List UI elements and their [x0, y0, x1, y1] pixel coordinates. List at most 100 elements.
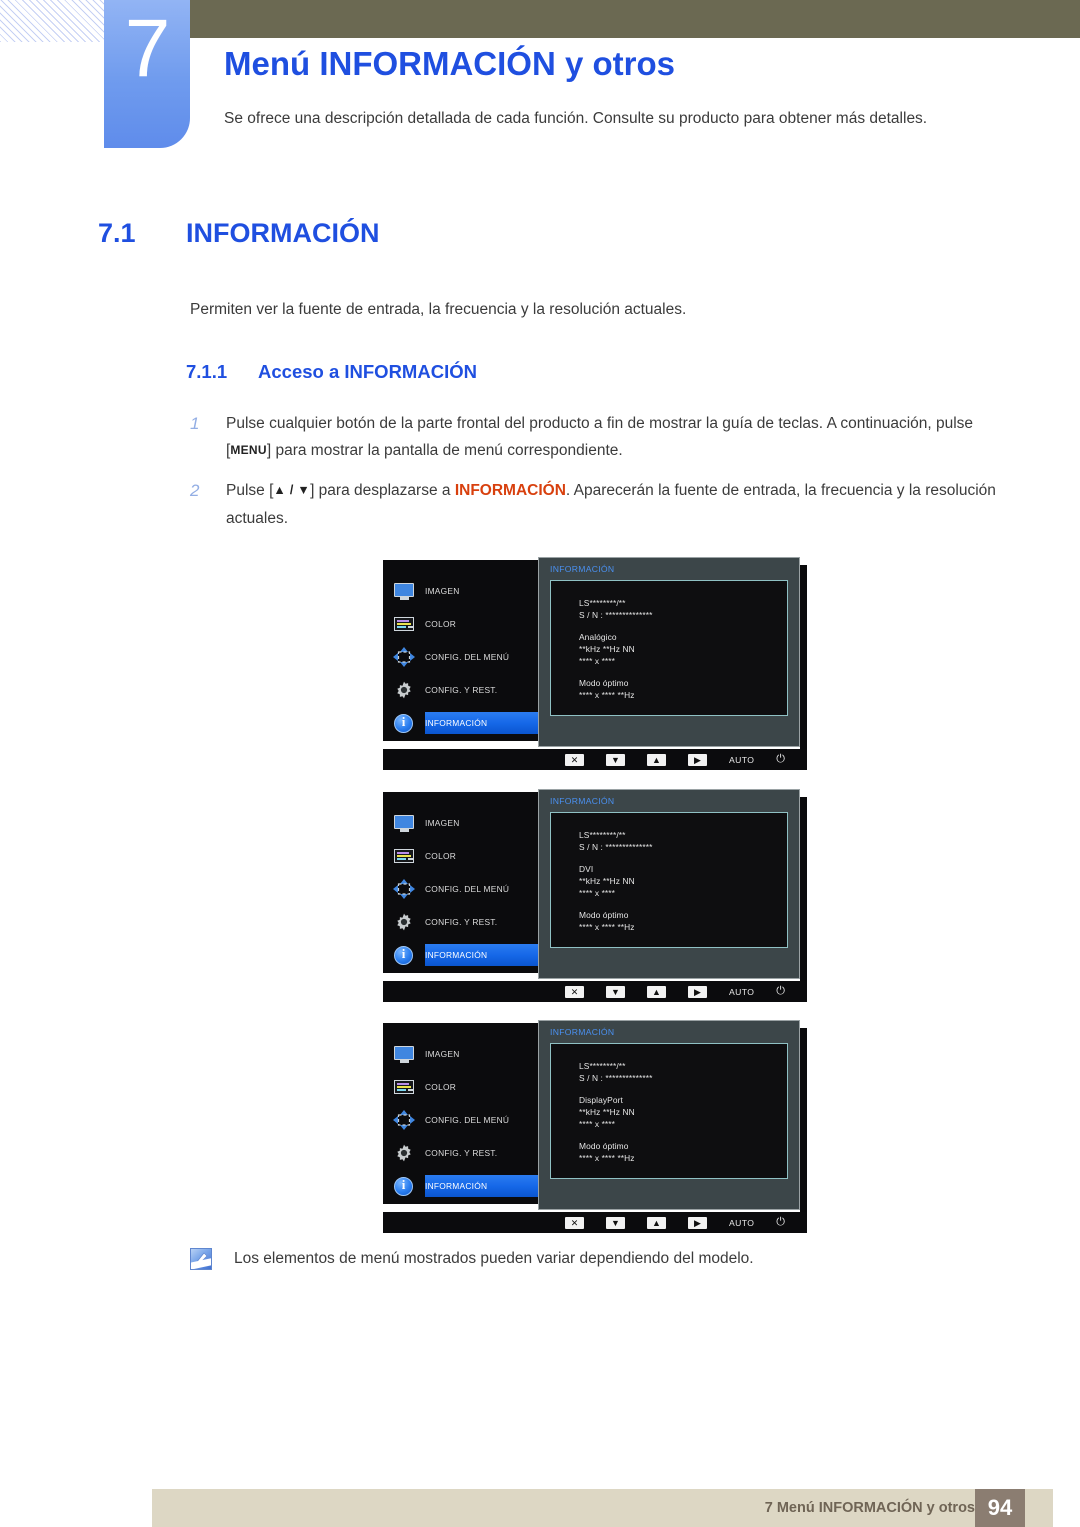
chapter-description: Se ofrece una descripción detallada de c… — [224, 110, 928, 127]
osd-info-box: LS********/** S / N : ************** Ana… — [550, 580, 788, 716]
arrow-right-icon[interactable]: ▶ — [687, 1216, 707, 1229]
arrow-up-icon[interactable]: ▲ — [646, 753, 666, 766]
osd-menu-item-config-menu[interactable]: CONFIG. DEL MENÚ — [383, 640, 538, 673]
auto-button[interactable]: AUTO — [729, 755, 754, 765]
monitor-icon — [393, 580, 415, 602]
osd-panel-title: INFORMACIÓN — [550, 564, 615, 574]
osd-menu-label: COLOR — [425, 850, 457, 861]
osd-key-guide-bar: ✕ ▼ ▲ ▶ AUTO ⏻ — [383, 749, 807, 770]
osd-screenshot-displayport: IMAGEN COLOR CONFIG. DEL MENÚ CONFIG. Y … — [383, 1020, 807, 1235]
osd-menu-label: CONFIG. Y REST. — [425, 1147, 498, 1158]
osd-menu-list: IMAGEN COLOR CONFIG. DEL MENÚ CONFIG. Y … — [383, 574, 538, 739]
osd-info-box: LS********/** S / N : ************** Dis… — [550, 1043, 788, 1179]
step-text-part2: ] para desplazarse a — [310, 482, 455, 499]
color-bars-icon — [393, 1076, 415, 1098]
osd-menu-label: INFORMACIÓN — [425, 717, 488, 728]
osd-menu-label: INFORMACIÓN — [425, 1180, 488, 1191]
osd-optimal-value: **** x **** **Hz — [579, 1153, 635, 1163]
osd-menu-item-color[interactable]: COLOR — [383, 607, 538, 640]
osd-model-line: LS********/** — [579, 598, 626, 608]
auto-button[interactable]: AUTO — [729, 1218, 754, 1228]
osd-screenshot-analog: IMAGEN COLOR CONFIG. DEL MENÚ CONFIG. Y … — [383, 557, 807, 772]
osd-resolution-line: **** x **** — [579, 1119, 616, 1129]
osd-source-line: DVI — [579, 864, 594, 874]
gear-icon — [393, 1142, 415, 1164]
osd-model-line: LS********/** — [579, 1061, 626, 1071]
osd-menu-item-imagen[interactable]: IMAGEN — [383, 806, 538, 839]
osd-menu-item-imagen[interactable]: IMAGEN — [383, 1037, 538, 1070]
osd-menu-label: IMAGEN — [425, 817, 460, 828]
informacion-highlight: INFORMACIÓN — [454, 482, 566, 499]
step-number: 1 — [190, 414, 200, 433]
close-icon[interactable]: ✕ — [564, 753, 584, 766]
osd-info-box: LS********/** S / N : ************** DVI… — [550, 812, 788, 948]
page-footer: 7 Menú INFORMACIÓN y otros 94 — [152, 1489, 1053, 1527]
osd-menu-item-color[interactable]: COLOR — [383, 839, 538, 872]
osd-optimal-label: Modo óptimo — [579, 678, 629, 688]
osd-serial-line: S / N : ************** — [579, 610, 653, 620]
section-heading: 7.1 INFORMACIÓN — [98, 218, 379, 249]
osd-menu-item-color[interactable]: COLOR — [383, 1070, 538, 1103]
instruction-steps: 1 Pulse cualquier botón de la parte fron… — [190, 410, 1000, 544]
power-icon[interactable]: ⏻ — [776, 985, 785, 998]
auto-button[interactable]: AUTO — [729, 987, 754, 997]
arrow-up-icon[interactable]: ▲ — [646, 1216, 666, 1229]
osd-window: IMAGEN COLOR CONFIG. DEL MENÚ CONFIG. Y … — [383, 557, 807, 747]
close-icon[interactable]: ✕ — [564, 1216, 584, 1229]
step-text: Pulse [▲ / ▼] para desplazarse a INFORMA… — [226, 477, 1000, 532]
osd-menu-item-informacion[interactable]: INFORMACIÓN — [383, 1169, 538, 1202]
note-pen-icon — [190, 1248, 212, 1270]
osd-info-panel: INFORMACIÓN LS********/** S / N : ******… — [538, 557, 800, 747]
osd-menu-item-imagen[interactable]: IMAGEN — [383, 574, 538, 607]
gear-icon — [393, 911, 415, 933]
arrow-right-icon[interactable]: ▶ — [687, 985, 707, 998]
osd-menu-item-config-reset[interactable]: CONFIG. Y REST. — [383, 1136, 538, 1169]
arrow-up-icon[interactable]: ▲ — [646, 985, 666, 998]
osd-menu-item-config-menu[interactable]: CONFIG. DEL MENÚ — [383, 1103, 538, 1136]
osd-menu-item-config-reset[interactable]: CONFIG. Y REST. — [383, 905, 538, 938]
list-item: 1 Pulse cualquier botón de la parte fron… — [190, 410, 1000, 465]
note-text: Los elementos de menú mostrados pueden v… — [234, 1250, 754, 1267]
gear-icon — [393, 679, 415, 701]
page-number: 94 — [975, 1489, 1025, 1527]
monitor-icon — [393, 812, 415, 834]
osd-menu-list: IMAGEN COLOR CONFIG. DEL MENÚ CONFIG. Y … — [383, 806, 538, 971]
osd-serial-line: S / N : ************** — [579, 1073, 653, 1083]
osd-panel-title: INFORMACIÓN — [550, 796, 615, 806]
arrow-down-icon[interactable]: ▼ — [605, 985, 625, 998]
chapter-badge: 7 — [104, 0, 190, 148]
osd-optimal-value: **** x **** **Hz — [579, 922, 635, 932]
four-arrows-icon — [393, 1109, 415, 1131]
step-number: 2 — [190, 481, 200, 500]
arrow-down-icon[interactable]: ▼ — [605, 753, 625, 766]
close-icon[interactable]: ✕ — [564, 985, 584, 998]
arrow-down-icon[interactable]: ▼ — [605, 1216, 625, 1229]
osd-menu-item-config-reset[interactable]: CONFIG. Y REST. — [383, 673, 538, 706]
osd-menu-item-informacion[interactable]: INFORMACIÓN — [383, 938, 538, 971]
step-text-part2: ] para mostrar la pantalla de menú corre… — [266, 442, 623, 459]
osd-menu-item-informacion[interactable]: INFORMACIÓN — [383, 706, 538, 739]
osd-frequency-line: **kHz **Hz NN — [579, 1107, 635, 1117]
osd-key-guide-bar: ✕ ▼ ▲ ▶ AUTO ⏻ — [383, 1212, 807, 1233]
power-icon[interactable]: ⏻ — [776, 1216, 785, 1229]
osd-window: IMAGEN COLOR CONFIG. DEL MENÚ CONFIG. Y … — [383, 789, 807, 979]
osd-window: IMAGEN COLOR CONFIG. DEL MENÚ CONFIG. Y … — [383, 1020, 807, 1210]
osd-info-panel: INFORMACIÓN LS********/** S / N : ******… — [538, 789, 800, 979]
osd-sidebar: IMAGEN COLOR CONFIG. DEL MENÚ CONFIG. Y … — [383, 792, 538, 973]
subsection-title: Acceso a INFORMACIÓN — [258, 361, 477, 382]
arrow-right-icon[interactable]: ▶ — [687, 753, 707, 766]
color-bars-icon — [393, 845, 415, 867]
osd-sidebar: IMAGEN COLOR CONFIG. DEL MENÚ CONFIG. Y … — [383, 560, 538, 741]
section-number: 7.1 — [98, 218, 136, 248]
osd-menu-label: CONFIG. DEL MENÚ — [425, 883, 510, 894]
power-icon[interactable]: ⏻ — [776, 753, 785, 766]
osd-menu-label: IMAGEN — [425, 585, 460, 596]
osd-frequency-line: **kHz **Hz NN — [579, 644, 635, 654]
osd-menu-list: IMAGEN COLOR CONFIG. DEL MENÚ CONFIG. Y … — [383, 1037, 538, 1202]
arrow-keys-label: ▲ / ▼ — [273, 483, 311, 497]
osd-menu-label: COLOR — [425, 1081, 457, 1092]
osd-menu-item-config-menu[interactable]: CONFIG. DEL MENÚ — [383, 872, 538, 905]
osd-sidebar: IMAGEN COLOR CONFIG. DEL MENÚ CONFIG. Y … — [383, 1023, 538, 1204]
osd-menu-label: IMAGEN — [425, 1048, 460, 1059]
osd-optimal-value: **** x **** **Hz — [579, 690, 635, 700]
